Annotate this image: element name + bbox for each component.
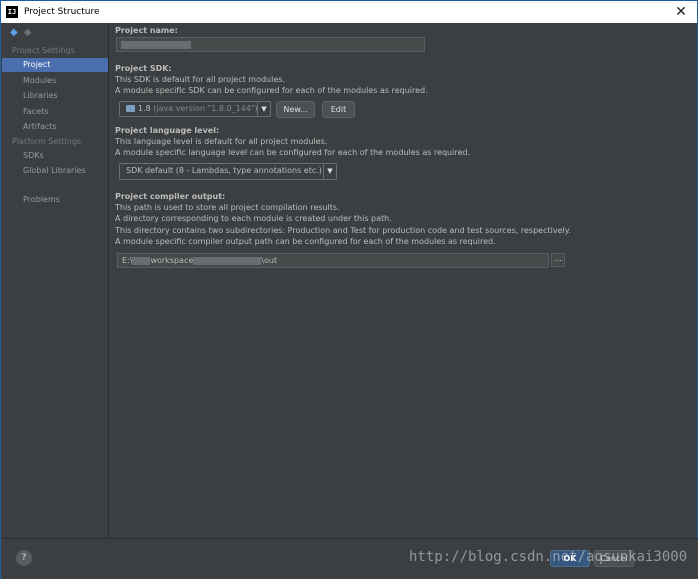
redacted-project-name (121, 40, 191, 49)
sidebar-item-libraries[interactable]: Libraries (2, 89, 108, 103)
sidebar-item-sdks[interactable]: SDKs (2, 149, 108, 163)
title-bar: IJ Project Structure ✕ (1, 1, 697, 23)
sidebar-item-global-libraries[interactable]: Global Libraries (2, 164, 108, 178)
path-workspace: workspace (150, 256, 194, 265)
sidebar-item-project[interactable]: Project (2, 58, 108, 72)
sdk-description-2: A module specific SDK can be configured … (115, 86, 428, 95)
compiler-output-description-4: A module specific compiler output path c… (115, 237, 496, 246)
project-settings-header: Project Settings (12, 46, 75, 55)
chevron-down-icon: ▼ (323, 164, 336, 179)
compiler-output-description-3: This directory contains two subdirectori… (115, 226, 571, 235)
language-level-description-2: A module specific language level can be … (115, 148, 470, 157)
compiler-output-path-input[interactable]: E:\ workspace \out (117, 253, 549, 268)
sidebar-item-modules[interactable]: Modules (2, 74, 108, 88)
chevron-down-icon: ▼ (257, 102, 270, 116)
new-sdk-button[interactable]: New... (276, 101, 315, 118)
platform-settings-header: Platform Settings (12, 137, 82, 146)
edit-sdk-button[interactable]: Edit (322, 101, 355, 118)
sdk-version-detail: (java version "1.8.0_144") (153, 104, 258, 113)
sdk-folder-icon (126, 105, 135, 112)
compiler-output-description-2: A directory corresponding to each module… (115, 214, 392, 223)
project-name-input[interactable] (116, 37, 425, 52)
browse-button[interactable]: ... (551, 253, 565, 267)
sidebar-item-facets[interactable]: Facets (2, 105, 108, 119)
nav-arrows: ◆ ◆ (10, 27, 31, 38)
language-level-select[interactable]: SDK default (8 - Lambdas, type annotatio… (119, 163, 337, 180)
forward-arrow-icon[interactable]: ◆ (24, 27, 32, 38)
sdk-select[interactable]: 1.8 (java version "1.8.0_144") ▼ (119, 101, 271, 117)
compiler-output-label: Project compiler output: (115, 192, 226, 201)
language-level-label: Project language level: (115, 126, 220, 135)
project-sdk-label: Project SDK: (115, 64, 172, 73)
help-icon[interactable]: ? (16, 550, 32, 566)
sdk-version: 1.8 (138, 104, 151, 113)
redacted-path-segment (132, 256, 151, 265)
sidebar-item-problems[interactable]: Problems (2, 193, 108, 207)
project-structure-dialog: IJ Project Structure ✕ ◆ ◆ Project Setti… (0, 0, 698, 579)
sidebar: ◆ ◆ Project Settings Project Modules Lib… (2, 23, 109, 538)
main-panel: Project name: Project SDK: This SDK is d… (109, 23, 697, 538)
redacted-path-segment (193, 256, 262, 265)
sidebar-item-artifacts[interactable]: Artifacts (2, 120, 108, 134)
back-arrow-icon[interactable]: ◆ (10, 27, 18, 38)
sdk-description-1: This SDK is default for all project modu… (115, 75, 285, 84)
project-name-label: Project name: (115, 26, 178, 35)
language-level-description-1: This language level is default for all p… (115, 137, 328, 146)
compiler-output-description-1: This path is used to store all project c… (115, 203, 340, 212)
language-level-value: SDK default (8 - Lambdas, type annotatio… (126, 166, 322, 175)
close-icon[interactable]: ✕ (673, 4, 689, 20)
window-title: Project Structure (24, 7, 100, 17)
path-prefix: E:\ (122, 256, 133, 265)
path-suffix: \out (261, 256, 278, 265)
intellij-logo-icon: IJ (6, 6, 18, 18)
watermark: http://blog.csdn.net/aqsunkai3000 (409, 549, 688, 565)
